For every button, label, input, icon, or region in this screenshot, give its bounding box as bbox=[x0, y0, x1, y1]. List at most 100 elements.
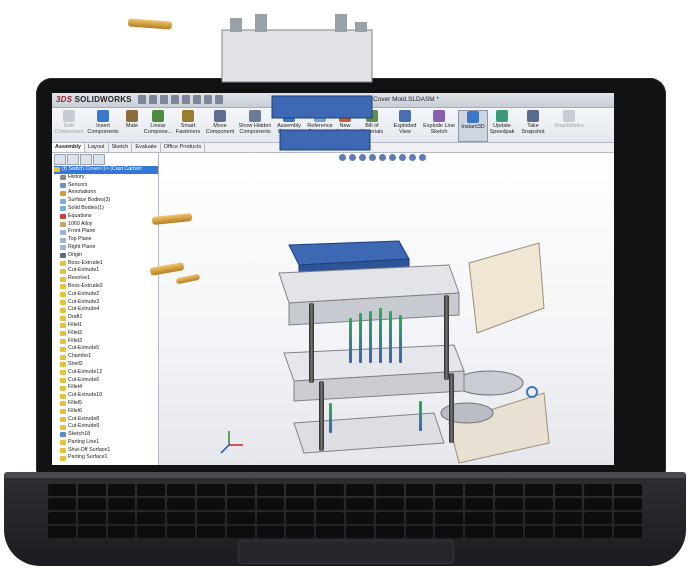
fillet-icon bbox=[60, 323, 66, 329]
keyboard-key bbox=[435, 498, 464, 510]
tree-item[interactable]: Fillet1 bbox=[54, 322, 158, 330]
keyboard-key bbox=[48, 512, 76, 524]
tree-item[interactable]: Revolve1 bbox=[54, 275, 158, 283]
keyboard-key bbox=[226, 484, 255, 496]
tree-item[interactable]: Annotations bbox=[54, 189, 158, 197]
exploded-view-icon bbox=[399, 110, 411, 122]
linear-component-button[interactable]: Linear Compone... bbox=[144, 110, 172, 140]
property-manager-tab-icon[interactable] bbox=[67, 154, 79, 165]
tree-item[interactable]: Cut-Extrude8 bbox=[54, 416, 158, 424]
edit-component-button[interactable]: Edit Component bbox=[54, 110, 84, 140]
explode-line-sketch-button[interactable]: Explode Line Sketch bbox=[422, 110, 456, 140]
tree-item[interactable]: Cut-Extrude1 bbox=[54, 267, 158, 275]
feature-manager-tab-icon[interactable] bbox=[54, 154, 66, 165]
tree-item[interactable]: Cut-Extrude12 bbox=[54, 369, 158, 377]
plane-icon bbox=[60, 237, 66, 243]
feature-icon bbox=[60, 299, 66, 305]
update-speedpak-icon bbox=[496, 110, 508, 122]
smart-fasteners-button[interactable]: Smart Fasteners bbox=[174, 110, 202, 140]
keyboard-key bbox=[256, 498, 285, 510]
laptop-hinge bbox=[4, 472, 686, 478]
tree-item[interactable]: Sensors bbox=[54, 182, 158, 190]
core-pin bbox=[389, 311, 392, 363]
solid-icon bbox=[60, 206, 66, 212]
open-icon[interactable] bbox=[149, 95, 157, 104]
update-speedpak-button[interactable]: Update Speedpak bbox=[488, 110, 516, 140]
graphics-area[interactable] bbox=[159, 153, 614, 465]
tree-item[interactable]: Equations bbox=[54, 213, 158, 221]
tree-item[interactable]: Cut-Extrude6 bbox=[54, 377, 158, 385]
appearance-tab-icon[interactable] bbox=[93, 154, 105, 165]
tree-item[interactable]: Surface Bodies(3) bbox=[54, 197, 158, 205]
tab-layout[interactable]: Layout bbox=[85, 143, 109, 152]
feature-icon bbox=[60, 424, 66, 430]
tree-item-label: Cut-Extrude2 bbox=[68, 290, 100, 297]
keyboard-key bbox=[435, 512, 464, 524]
tree-item[interactable]: Draft1 bbox=[54, 314, 158, 322]
keyboard-key bbox=[316, 484, 344, 496]
ribbon-button-label: Update Speedpak bbox=[489, 123, 515, 135]
tree-item[interactable]: Origin bbox=[54, 252, 158, 260]
tree-item[interactable]: Shell2 bbox=[54, 361, 158, 369]
undo-icon[interactable] bbox=[182, 95, 190, 104]
tree-item[interactable]: History bbox=[54, 174, 158, 182]
keyboard-key bbox=[584, 498, 613, 510]
tree-item-label: Equations bbox=[68, 212, 92, 219]
tree-item[interactable]: Cut-Extrude10 bbox=[54, 392, 158, 400]
tree-item[interactable]: Shut-Off Surface1 bbox=[54, 447, 158, 455]
ribbon-button-label: Take Snapshot bbox=[521, 123, 545, 135]
solidworks-logo: 3DS SOLIDWORKS bbox=[56, 95, 132, 104]
insert-components-icon bbox=[97, 110, 109, 122]
feature-icon bbox=[60, 362, 66, 368]
tree-item[interactable]: Solid Bodies(1) bbox=[54, 205, 158, 213]
tab-assembly[interactable]: Assembly bbox=[52, 143, 85, 152]
tree-item[interactable]: Cut-Extrude5 bbox=[54, 345, 158, 353]
save-icon[interactable] bbox=[160, 95, 168, 104]
keyboard-key bbox=[167, 484, 195, 496]
smartmates-button[interactable]: SmartMates bbox=[552, 110, 586, 140]
tree-item[interactable]: Cut-Extrude4 bbox=[54, 306, 158, 314]
tab-sketch[interactable]: Sketch bbox=[109, 143, 133, 152]
switch-cover-part bbox=[454, 370, 524, 396]
tree-item[interactable]: Fillet3 bbox=[54, 338, 158, 346]
floating-brass-pin bbox=[127, 18, 173, 30]
tree-item[interactable]: 1060 Alloy bbox=[54, 221, 158, 229]
tree-item[interactable]: Boss-Extrude2 bbox=[54, 283, 158, 291]
mate-button[interactable]: Mate bbox=[122, 110, 142, 140]
tree-item[interactable]: Fillet2 bbox=[54, 330, 158, 338]
keyboard-key bbox=[167, 512, 195, 524]
tree-item[interactable]: Cut-Extrude2 bbox=[54, 291, 158, 299]
tree-item[interactable]: Top Plane bbox=[54, 236, 158, 244]
tree-item[interactable]: Parting Surface1 bbox=[54, 454, 158, 462]
configuration-manager-tab-icon[interactable] bbox=[80, 154, 92, 165]
tree-item-label: Boss-Extrude2 bbox=[68, 282, 103, 289]
tree-item[interactable]: Fillet5 bbox=[54, 400, 158, 408]
ribbon-button-label: Instant3D bbox=[461, 124, 485, 130]
tree-item[interactable]: Fillet4 bbox=[54, 384, 158, 392]
new-icon[interactable] bbox=[138, 95, 146, 104]
tree-item[interactable]: Front Plane bbox=[54, 228, 158, 236]
tree-item[interactable]: Sketch18 bbox=[54, 431, 158, 439]
tree-item[interactable]: Fillet6 bbox=[54, 408, 158, 416]
edit-component-icon bbox=[63, 110, 75, 122]
exploded-view-button[interactable]: Exploded View bbox=[390, 110, 420, 140]
tree-item[interactable]: (f) Switch Cover<1> (Cast Carbon bbox=[54, 166, 158, 174]
take-snapshot-button[interactable]: Take Snapshot bbox=[518, 110, 548, 140]
parting-icon bbox=[60, 455, 66, 461]
instant3d-button[interactable]: Instant3D bbox=[458, 110, 488, 142]
tab-office-products[interactable]: Office Products bbox=[161, 143, 206, 152]
tree-item[interactable]: Cut-Extrude3 bbox=[54, 299, 158, 307]
exploded-mold-model[interactable] bbox=[159, 153, 614, 465]
insert-components-button[interactable]: Insert Components bbox=[86, 110, 120, 140]
tree-item-label: Sensors bbox=[68, 181, 88, 188]
tree-item[interactable]: Boss-Extrude1 bbox=[54, 260, 158, 268]
print-icon[interactable] bbox=[171, 95, 179, 104]
tree-item[interactable]: Cut-Extrude9 bbox=[54, 423, 158, 431]
tree-item-label: Solid Bodies(1) bbox=[68, 204, 104, 211]
tree-item-label: Cut-Extrude3 bbox=[68, 298, 100, 305]
core-pin bbox=[379, 308, 382, 363]
tree-item[interactable]: Chamfer1 bbox=[54, 353, 158, 361]
tree-item[interactable]: Right Plane bbox=[54, 244, 158, 252]
tree-item[interactable]: Parting Line1 bbox=[54, 439, 158, 447]
tab-evaluate[interactable]: Evaluate bbox=[132, 143, 161, 152]
